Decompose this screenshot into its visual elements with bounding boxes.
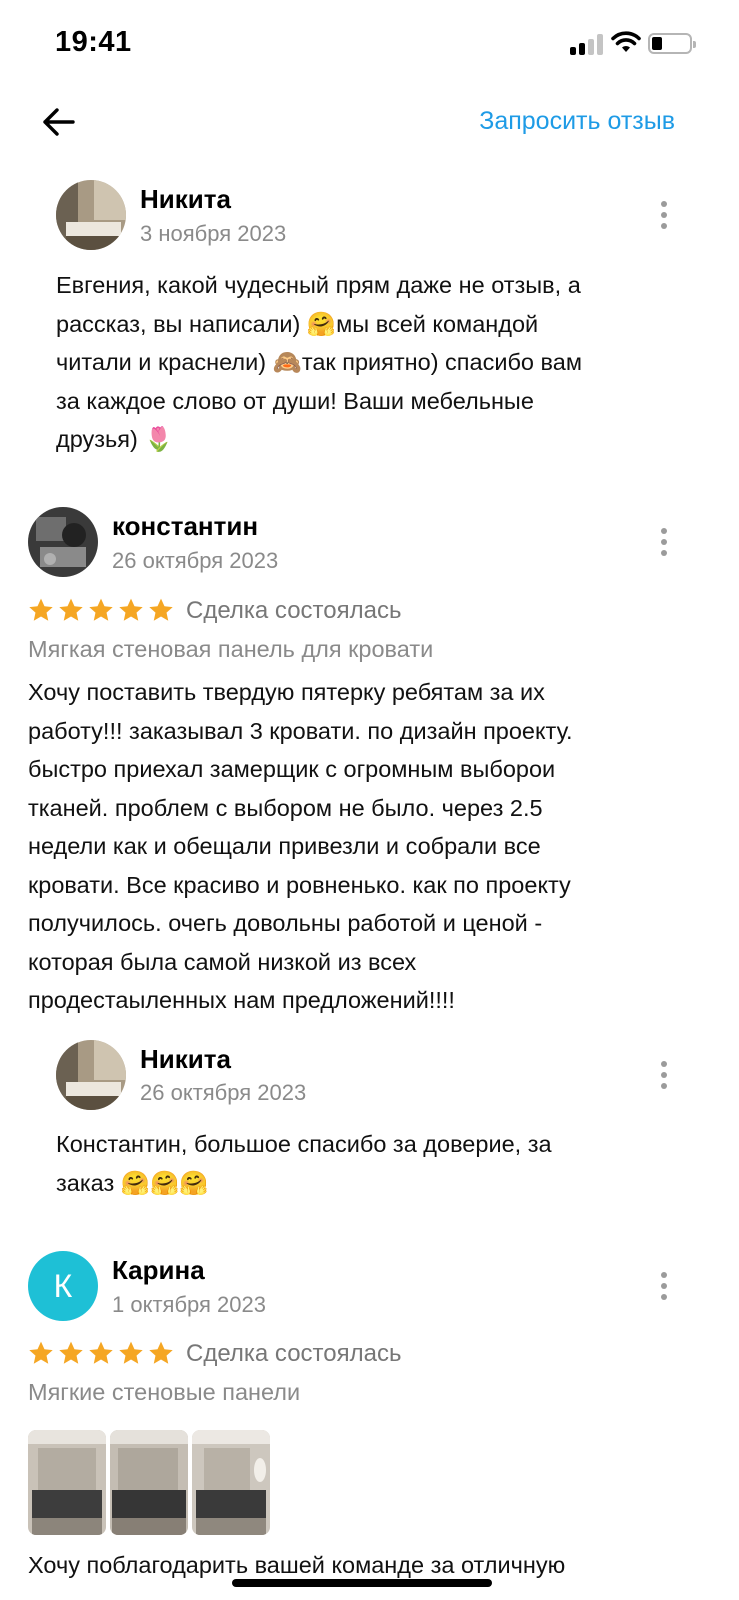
arrow-left-icon [43, 108, 75, 136]
request-review-link[interactable]: Запросить отзыв [479, 107, 675, 136]
product-name: Мягкая стеновая панель для кровати [28, 636, 434, 662]
star-icon [59, 598, 83, 621]
rating-stars [28, 597, 174, 623]
more-options-button[interactable] [649, 195, 679, 235]
star-icon [119, 598, 143, 621]
review-photos [28, 1430, 270, 1535]
avatar: К [28, 1251, 98, 1321]
avatar [56, 180, 126, 250]
avatar [56, 1040, 126, 1110]
deal-status: Сделка состоялась [186, 1340, 402, 1367]
author-name: Никита [140, 184, 231, 214]
star-icon [29, 1341, 53, 1364]
reply-text: Евгения, какой чудесный прям даже не отз… [56, 272, 582, 452]
back-button[interactable] [36, 100, 80, 144]
author-name: Карина [112, 1255, 205, 1285]
product-name: Мягкие стеновые панели [28, 1379, 301, 1405]
battery-icon [648, 33, 696, 54]
deal-status: Сделка состоялась [186, 597, 402, 624]
rating-stars [28, 1340, 174, 1366]
review-photo[interactable] [192, 1430, 270, 1535]
status-time: 19:41 [55, 26, 132, 58]
status-bar: 19:41 [0, 0, 739, 90]
star-icon [89, 598, 113, 621]
review-text: Хочу поставить твердую пятерку ребятам з… [28, 679, 573, 1013]
author-name: Никита [140, 1044, 231, 1074]
star-icon [89, 1341, 113, 1364]
review-date: 1 октября 2023 [112, 1292, 266, 1317]
star-icon [29, 598, 53, 621]
review-photo[interactable] [110, 1430, 188, 1535]
review-date: 26 октября 2023 [112, 548, 279, 573]
more-options-button[interactable] [649, 1266, 679, 1306]
review-date: 26 октября 2023 [140, 1080, 307, 1105]
avatar-letter: К [53, 1267, 73, 1304]
star-icon [59, 1341, 83, 1364]
wifi-icon [611, 31, 641, 52]
reply-text: Константин, большое спасибо за доверие, … [56, 1131, 552, 1196]
star-icon [149, 1341, 173, 1364]
author-name: константин [112, 511, 259, 541]
star-icon [149, 598, 173, 621]
cellular-signal-icon [570, 33, 604, 55]
more-options-button[interactable] [649, 1055, 679, 1095]
home-indicator [232, 1579, 492, 1587]
review-photo[interactable] [28, 1430, 106, 1535]
more-options-button[interactable] [649, 522, 679, 562]
avatar [28, 507, 98, 577]
star-icon [119, 1341, 143, 1364]
review-date: 3 ноября 2023 [140, 221, 287, 246]
